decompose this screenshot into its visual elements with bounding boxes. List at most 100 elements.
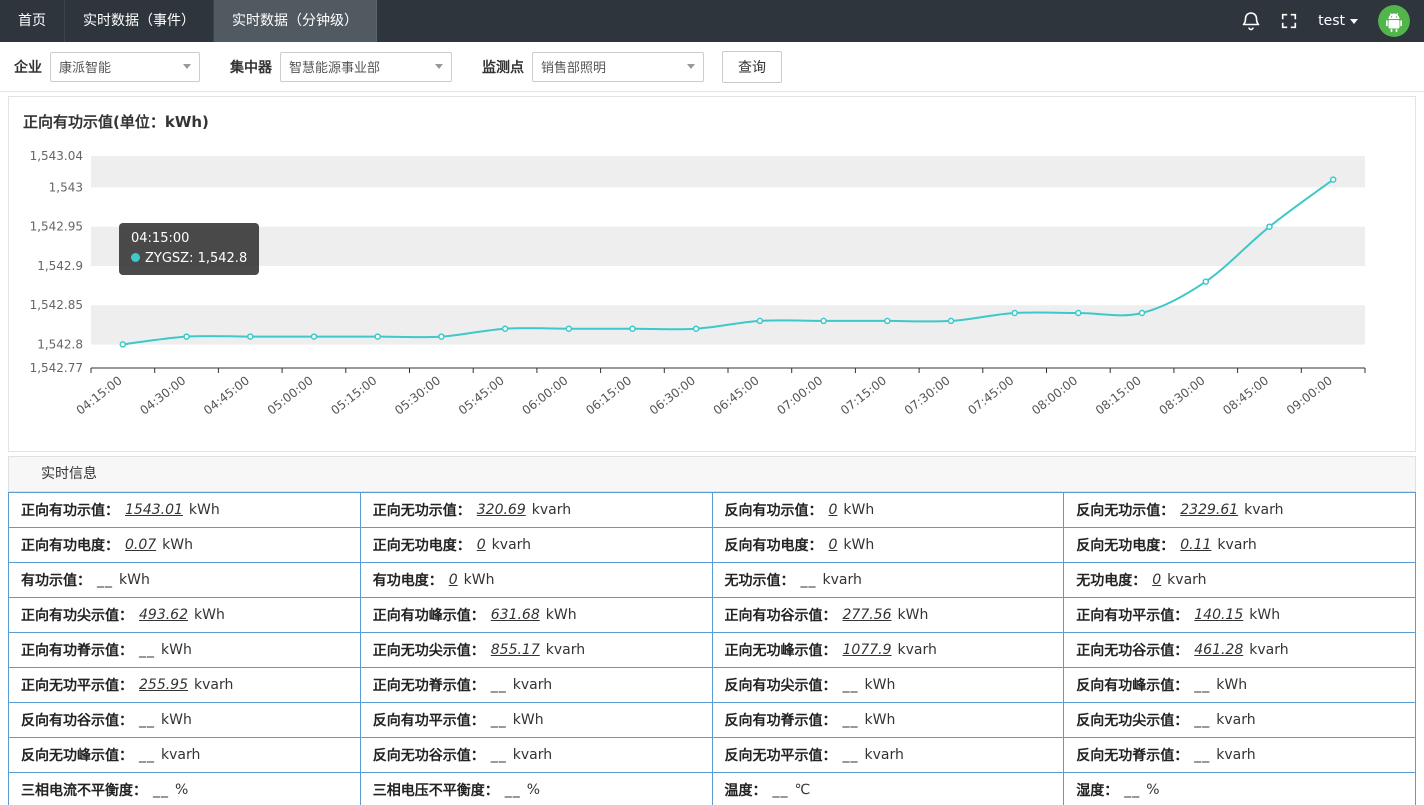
enterprise-select[interactable]: 康派智能	[50, 52, 200, 82]
svg-text:07:15:00: 07:15:00	[838, 373, 889, 417]
svg-text:1,542.95: 1,542.95	[30, 220, 83, 234]
info-value-link[interactable]: 140.15	[1194, 607, 1243, 623]
info-label: 反向有功脊示值：	[725, 710, 837, 730]
info-value-link[interactable]: 493.62	[139, 607, 188, 623]
info-value-link[interactable]: 0.07	[125, 537, 156, 553]
info-unit: kWh	[162, 537, 193, 553]
info-cell: 正向无功平示值：255.95kvarh	[9, 668, 361, 703]
svg-text:04:30:00: 04:30:00	[137, 373, 188, 417]
info-cell: 反向无功谷示值：__kvarh	[361, 738, 713, 773]
info-value-link[interactable]: 0	[829, 537, 838, 553]
info-value-empty: __	[773, 782, 789, 798]
svg-text:08:00:00: 08:00:00	[1029, 373, 1080, 417]
filter-bar: 企业 康派智能 集中器 智慧能源事业部 监测点 销售部照明 查询	[0, 42, 1424, 92]
info-cell: 正向无功示值：320.69kvarh	[361, 493, 713, 528]
info-value-empty: __	[1194, 677, 1210, 693]
info-unit: kvarh	[865, 747, 904, 763]
svg-text:08:15:00: 08:15:00	[1093, 373, 1144, 417]
concentrator-label: 集中器	[230, 57, 272, 77]
info-value-link[interactable]: 0.11	[1180, 537, 1211, 553]
info-unit: kvarh	[898, 642, 937, 658]
point-select[interactable]: 销售部照明	[532, 52, 704, 82]
info-unit: kvarh	[546, 642, 585, 658]
info-value-empty: __	[801, 572, 817, 588]
avatar[interactable]	[1378, 5, 1410, 37]
info-value-link[interactable]: 277.56	[843, 607, 892, 623]
info-label: 正向有功电度：	[21, 535, 119, 555]
info-label: 正向无功谷示值：	[1076, 640, 1188, 660]
info-unit: kvarh	[1249, 642, 1288, 658]
info-value-link[interactable]: 1077.9	[843, 642, 892, 658]
info-unit: kWh	[546, 607, 577, 623]
info-unit: ℃	[795, 782, 811, 798]
info-label: 正向有功示值：	[21, 500, 119, 520]
chevron-down-icon	[183, 64, 191, 69]
info-unit: kWh	[464, 572, 495, 588]
info-label: 正向无功脊示值：	[373, 675, 485, 695]
fullscreen-icon[interactable]	[1280, 12, 1298, 30]
info-unit: kvarh	[1216, 747, 1255, 763]
info-label: 正向有功谷示值：	[725, 605, 837, 625]
info-label: 反向无功电度：	[1076, 535, 1174, 555]
info-unit: kWh	[843, 537, 874, 553]
info-value-link[interactable]: 320.69	[477, 502, 526, 518]
info-unit: kWh	[513, 712, 544, 728]
info-value-empty: __	[1194, 747, 1210, 763]
tab-home[interactable]: 首页	[0, 0, 65, 42]
svg-text:05:00:00: 05:00:00	[265, 373, 316, 417]
info-value-empty: __	[1194, 712, 1210, 728]
info-cell: 正向有功平示值：140.15kWh	[1064, 598, 1416, 633]
info-label: 有功示值：	[21, 570, 91, 590]
user-dropdown[interactable]: test	[1318, 13, 1358, 29]
enterprise-label: 企业	[14, 57, 42, 77]
info-value-link[interactable]: 1543.01	[125, 502, 183, 518]
tab-realtime-event[interactable]: 实时数据（事件）	[65, 0, 214, 42]
info-value-link[interactable]: 255.95	[139, 677, 188, 693]
info-value-link[interactable]: 461.28	[1194, 642, 1243, 658]
info-value-link[interactable]: 855.17	[491, 642, 540, 658]
info-label: 三相电压不平衡度：	[373, 780, 499, 800]
info-label: 反向无功尖示值：	[1076, 710, 1188, 730]
info-label: 正向有功脊示值：	[21, 640, 133, 660]
svg-text:06:00:00: 06:00:00	[519, 373, 570, 417]
tab-realtime-minute[interactable]: 实时数据（分钟级）	[214, 0, 377, 42]
info-value-link[interactable]: 0	[1152, 572, 1161, 588]
info-label: 正向有功尖示值：	[21, 605, 133, 625]
info-label: 反向有功平示值：	[373, 710, 485, 730]
info-value-empty: __	[139, 747, 155, 763]
info-label: 反向有功示值：	[725, 500, 823, 520]
info-label: 反向有功谷示值：	[21, 710, 133, 730]
info-cell: 正向无功谷示值： 461.28 kvarh	[1064, 633, 1416, 668]
chart-panel: 正向有功示值(单位：kWh) 1,542.771,542.81,542.851,…	[8, 96, 1416, 452]
svg-text:05:15:00: 05:15:00	[328, 373, 379, 417]
concentrator-select[interactable]: 智慧能源事业部	[280, 52, 452, 82]
info-unit: kWh	[1216, 677, 1247, 693]
bell-icon[interactable]	[1242, 11, 1260, 31]
info-cell: 正向有功电度： 0.07 kWh	[9, 528, 361, 563]
point-label: 监测点	[482, 57, 524, 77]
info-label: 反向无功示值：	[1076, 500, 1174, 520]
info-cell: 反向有功谷示值：__kWh	[9, 703, 361, 738]
info-value-link[interactable]: 631.68	[491, 607, 540, 623]
info-value-link[interactable]: 0	[449, 572, 458, 588]
svg-text:08:45:00: 08:45:00	[1220, 373, 1271, 417]
svg-text:06:45:00: 06:45:00	[711, 373, 762, 417]
info-unit: kvarh	[513, 747, 552, 763]
info-value-empty: __	[1124, 782, 1140, 798]
info-cell: 反向有功示值：0kWh	[713, 493, 1065, 528]
info-value-link[interactable]: 2329.61	[1180, 502, 1238, 518]
info-unit: kvarh	[492, 537, 531, 553]
info-label: 无功示值：	[725, 570, 795, 590]
info-cell: 反向无功峰示值：__kvarh	[9, 738, 361, 773]
svg-text:05:45:00: 05:45:00	[456, 373, 507, 417]
info-unit: kvarh	[1217, 537, 1256, 553]
info-cell: 无功示值：__kvarh	[713, 563, 1065, 598]
line-chart[interactable]: 1,542.771,542.81,542.851,542.91,542.951,…	[9, 138, 1415, 438]
info-value-link[interactable]: 0	[477, 537, 486, 553]
info-value-link[interactable]: 0	[829, 502, 838, 518]
svg-text:08:30:00: 08:30:00	[1156, 373, 1207, 417]
info-label: 三相电流不平衡度：	[21, 780, 147, 800]
svg-text:06:30:00: 06:30:00	[647, 373, 698, 417]
query-button[interactable]: 查询	[722, 51, 782, 83]
info-label: 正向有功平示值：	[1076, 605, 1188, 625]
